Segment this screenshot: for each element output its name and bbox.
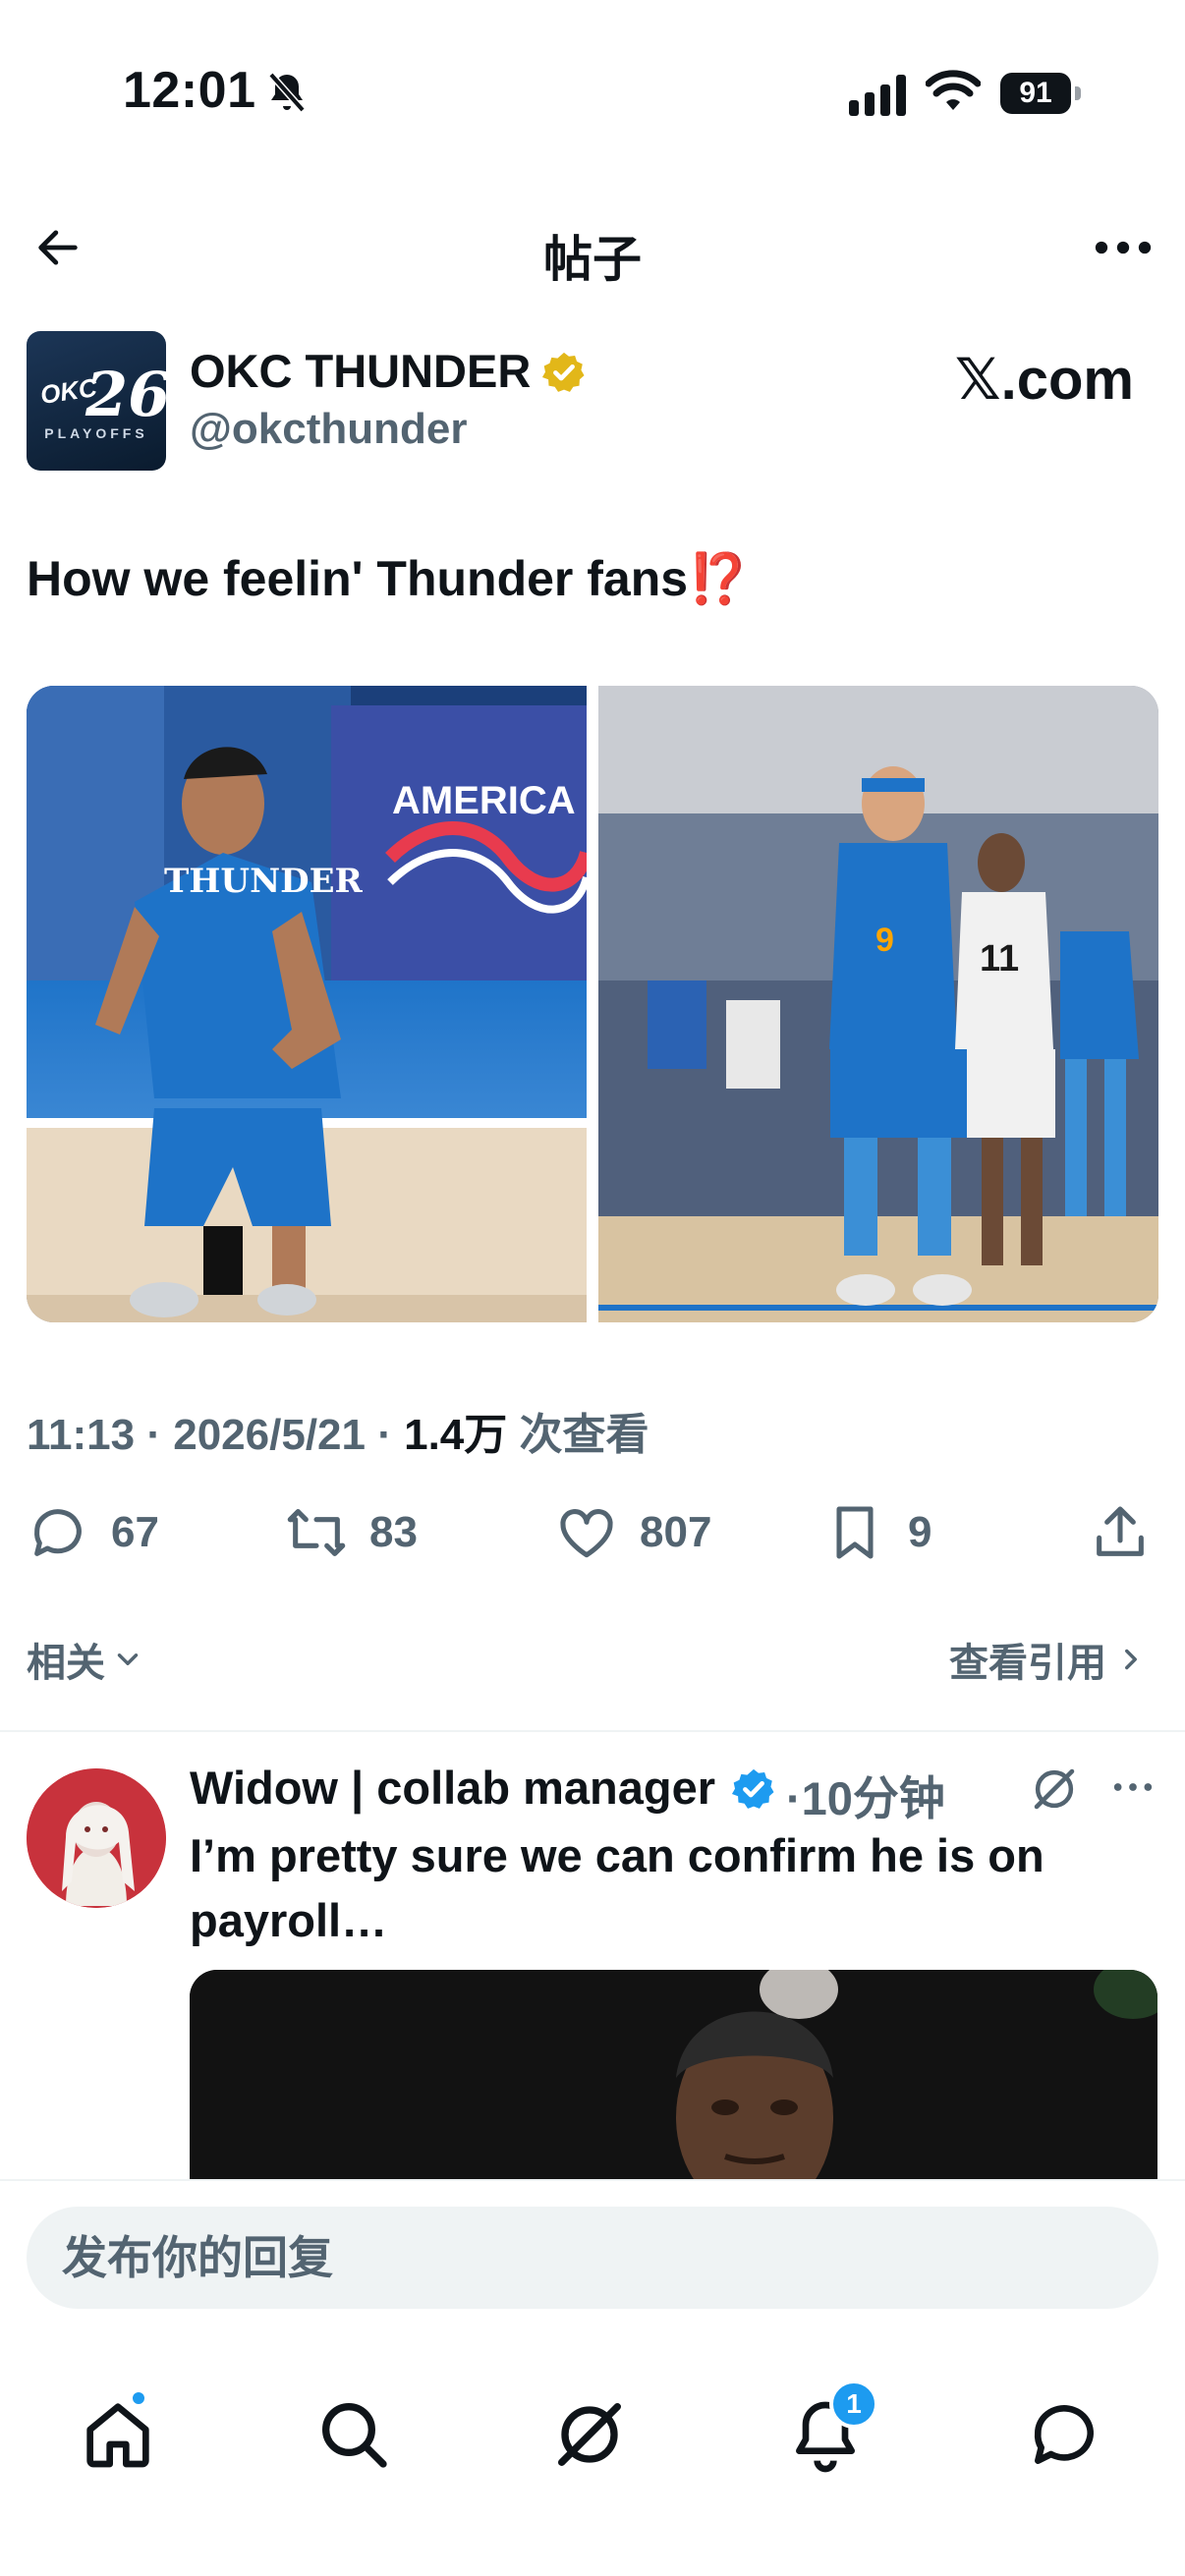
reply-input[interactable]: 发布你的回复 bbox=[27, 2207, 1158, 2309]
avatar-number: 26 bbox=[85, 359, 166, 430]
home-unread-dot bbox=[130, 2389, 147, 2407]
verified-gold-badge-icon bbox=[541, 352, 585, 392]
chevron-down-icon bbox=[117, 1653, 139, 1665]
tab-grok[interactable] bbox=[550, 2395, 629, 2474]
bell-off-icon bbox=[268, 72, 306, 113]
related-filter[interactable]: 相关 bbox=[27, 1631, 144, 1688]
like-button[interactable]: 807 bbox=[555, 1498, 711, 1567]
related-label: 相关 bbox=[27, 1642, 105, 1685]
chat-bubble-icon bbox=[1034, 2405, 1094, 2464]
battery-tip bbox=[1075, 86, 1081, 100]
post-actions: 67 83 807 9 bbox=[0, 1498, 1185, 1567]
home-icon bbox=[86, 2403, 149, 2468]
reply-icon bbox=[34, 1509, 82, 1556]
bookmark-button[interactable]: 9 bbox=[823, 1498, 931, 1567]
chevron-right-icon bbox=[1125, 1649, 1137, 1670]
repost-count: 83 bbox=[369, 1508, 418, 1556]
views-label: 次查看 bbox=[519, 1411, 649, 1459]
reply-author-avatar[interactable] bbox=[27, 1768, 166, 1908]
grok-icon bbox=[558, 2403, 621, 2466]
reply-count: 67 bbox=[111, 1508, 159, 1556]
view-quotes-link[interactable]: 查看引用 bbox=[949, 1631, 1148, 1688]
author-avatar[interactable]: OKC 26 PLAYOFFS bbox=[27, 331, 166, 471]
views-count: 1.4万 bbox=[404, 1411, 508, 1459]
battery-indicator: 91 bbox=[1000, 73, 1081, 114]
reply-media-photo[interactable] bbox=[190, 1970, 1157, 2181]
post-text-body: How we feelin' Thunder fans bbox=[27, 551, 689, 606]
author-name[interactable]: OKC THUNDER bbox=[190, 344, 531, 398]
nav-header: 帖子 bbox=[0, 196, 1185, 299]
divider bbox=[0, 1730, 1185, 1732]
photo-players-on-court[interactable]: 9 11 bbox=[598, 686, 1158, 1322]
post-text-emoji: ⁉️ bbox=[688, 551, 750, 606]
svg-text:THUNDER: THUNDER bbox=[164, 862, 364, 901]
svg-text:AMERICA: AMERICA bbox=[392, 779, 576, 822]
repost-icon bbox=[287, 1509, 346, 1556]
author-handle[interactable]: @okcthunder bbox=[190, 405, 467, 454]
tab-search[interactable] bbox=[314, 2395, 393, 2474]
reply-text: I’m pretty sure we can confirm he is on … bbox=[190, 1829, 1044, 1946]
notifications-badge: 1 bbox=[829, 2380, 878, 2429]
reply-composer-bar: 发布你的回复 bbox=[0, 2179, 1185, 2336]
share-button[interactable] bbox=[1089, 1498, 1152, 1567]
grok-icon[interactable] bbox=[1028, 1763, 1081, 1816]
heart-icon bbox=[560, 1509, 613, 1558]
tab-messages[interactable] bbox=[1025, 2395, 1103, 2474]
repost-button[interactable]: 83 bbox=[285, 1498, 418, 1567]
post-text: How we feelin' Thunder fans⁉️ bbox=[27, 550, 749, 608]
svg-text:11: 11 bbox=[980, 938, 1019, 980]
bookmark-icon bbox=[836, 1506, 874, 1559]
reply-more-icon[interactable] bbox=[1110, 1764, 1156, 1810]
search-icon bbox=[322, 2403, 387, 2468]
post-media: AMERICA THUNDER 9 11 bbox=[27, 686, 1158, 1322]
more-options-icon[interactable] bbox=[1091, 222, 1156, 273]
svg-text:9: 9 bbox=[875, 922, 894, 959]
page-title: 帖子 bbox=[543, 232, 642, 287]
reply-button[interactable]: 67 bbox=[27, 1498, 159, 1567]
tab-notifications[interactable]: 1 bbox=[786, 2380, 878, 2474]
reply-author-name[interactable]: Widow | collab manager bbox=[190, 1761, 715, 1815]
share-icon bbox=[1097, 1506, 1144, 1556]
avatar-subtext: PLAYOFFS bbox=[44, 425, 148, 441]
like-count: 807 bbox=[640, 1508, 712, 1556]
tab-home[interactable] bbox=[79, 2389, 157, 2474]
wifi-icon bbox=[926, 70, 981, 110]
bottom-tab-bar: 1 bbox=[0, 2336, 1185, 2576]
meta-separator: · bbox=[146, 1411, 161, 1459]
status-time: 12:01 bbox=[123, 62, 256, 119]
post-date: 2026/5/21 bbox=[173, 1411, 366, 1459]
battery-level: 91 bbox=[1000, 73, 1071, 114]
source-label: 𝕏.com bbox=[954, 348, 1134, 412]
bookmark-count: 9 bbox=[908, 1508, 932, 1556]
status-bar: 12:01 91 bbox=[0, 0, 1185, 157]
post-meta: 11:13 · 2026/5/21 · 1.4万 次查看 bbox=[27, 1399, 649, 1462]
post-time: 11:13 bbox=[27, 1411, 136, 1459]
cellular-signal-icon bbox=[849, 75, 906, 116]
view-quotes-label: 查看引用 bbox=[949, 1642, 1106, 1685]
photo-player-celebrating[interactable]: AMERICA THUNDER bbox=[27, 686, 587, 1322]
reply-time: ·10分钟 bbox=[786, 1772, 945, 1824]
verified-blue-badge-icon bbox=[731, 1768, 774, 1809]
meta-separator: · bbox=[377, 1411, 392, 1459]
